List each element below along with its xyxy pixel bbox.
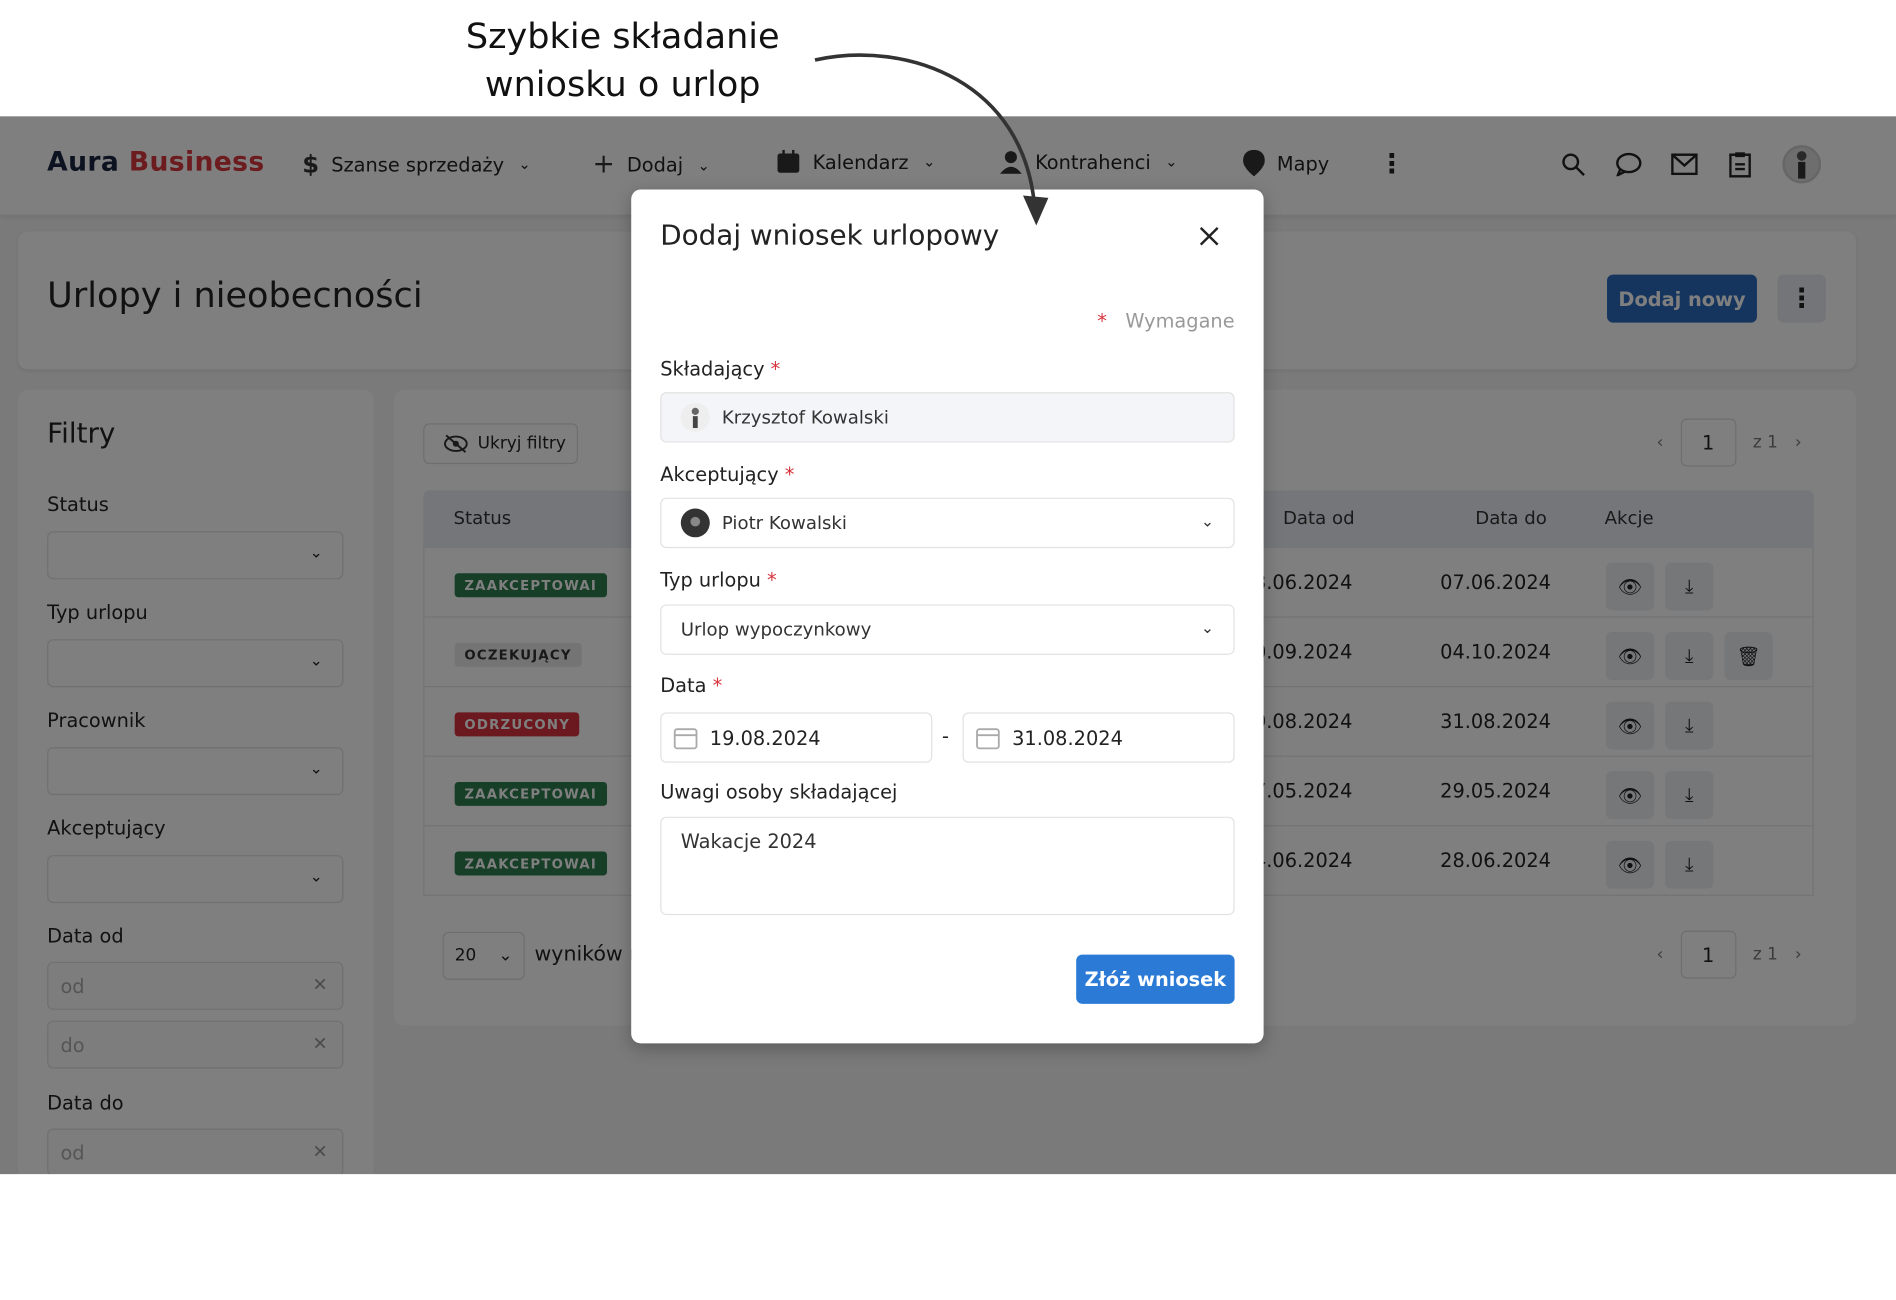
add-leave-request-modal: Dodaj wniosek urlopowy * Wymagane Składa… [631,189,1264,1044]
submitter-value: Krzysztof Kowalski [721,406,889,429]
approver-label: Akceptujący * [660,462,795,486]
date-to-input[interactable]: 31.08.2024 [962,712,1235,763]
calendar-icon [976,728,1000,750]
required-text: Wymagane [1125,309,1235,333]
leave-type-select[interactable]: Urlop wypoczynkowy ⌄ [660,604,1235,655]
submit-request-button[interactable]: Złóż wniosek [1076,954,1235,1004]
close-icon[interactable] [1196,223,1223,249]
required-note: * Wymagane [1097,309,1235,333]
approver-value: Piotr Kowalski [721,512,847,534]
leave-type-label: Typ urlopu * [660,568,777,592]
approver-select[interactable]: Piotr Kowalski ⌄ [660,497,1235,549]
notes-textarea[interactable]: Wakacje 2024 [660,816,1235,916]
calendar-icon [673,728,698,750]
submitter-label: Składający * [660,357,781,381]
date-from-input[interactable]: 19.08.2024 [660,712,933,763]
annotation-line-2: wniosku o urlop [484,63,761,105]
chevron-down-icon: ⌄ [1200,513,1215,532]
leave-type-value: Urlop wypoczynkowy [680,618,872,641]
date-label: Data * [660,674,723,697]
date-to-value: 31.08.2024 [1012,726,1123,749]
annotation-line-1: Szybkie składanie [465,15,780,57]
annotation-caption: Szybkie składanie wniosku o urlop [423,12,822,108]
approver-avatar [680,508,710,538]
date-from-value: 19.08.2024 [709,726,821,749]
chevron-down-icon: ⌄ [1200,620,1215,639]
annotation-arrow-icon [814,53,1049,226]
notes-value: Wakacje 2024 [680,829,817,853]
notes-label: Uwagi osoby składającej [660,780,898,804]
submitter-field: Krzysztof Kowalski [660,392,1235,443]
date-separator: - [941,724,949,748]
submitter-avatar [680,402,710,432]
